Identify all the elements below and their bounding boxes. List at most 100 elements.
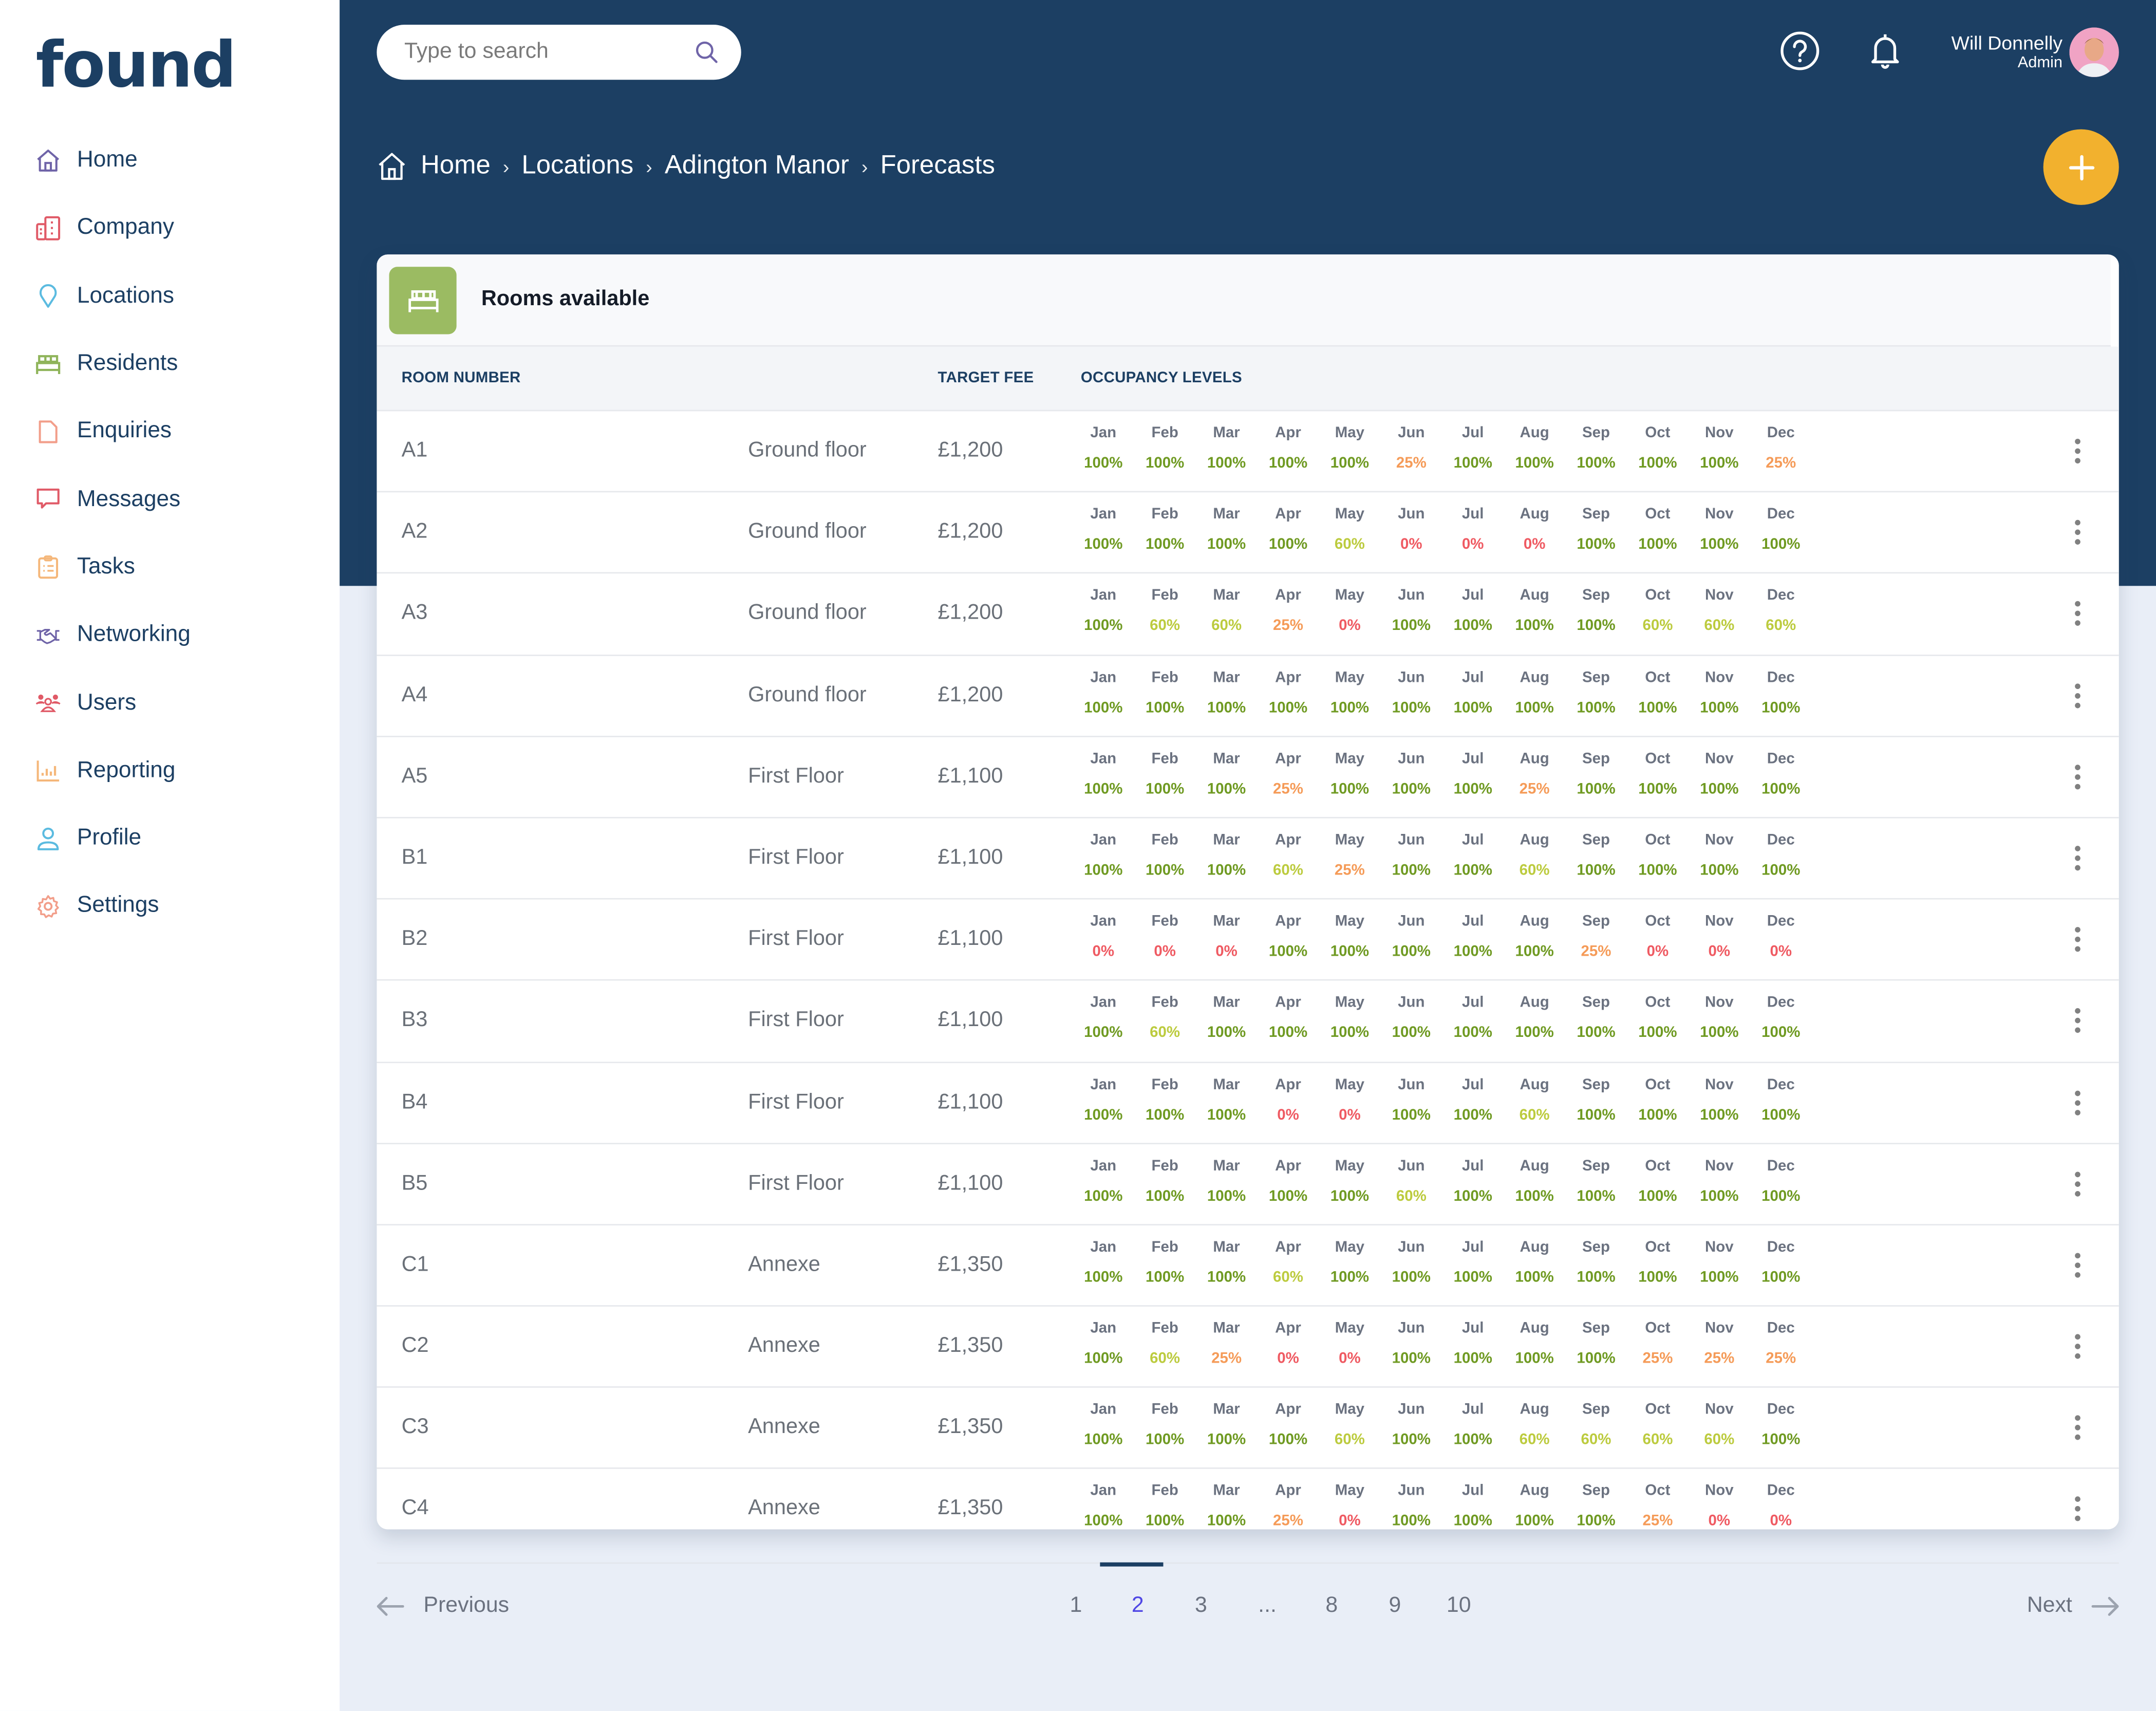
occupancy-month: Dec 25% — [1750, 425, 1812, 472]
occupancy-value: 100% — [1084, 1513, 1123, 1530]
sidebar-item-label: Tasks — [77, 554, 135, 579]
search-input[interactable] — [401, 38, 682, 66]
table-row[interactable]: B3 First Floor £1,100 Jan 100% Feb 60% Mar 100% A… — [377, 981, 2119, 1063]
previous-button[interactable]: Previous — [377, 1594, 509, 1619]
table-row[interactable]: A2 Ground floor £1,200 Jan 100% Feb 100% Mar 100… — [377, 493, 2119, 574]
month-label: Oct — [1645, 750, 1671, 767]
sidebar-item-company[interactable]: Company — [0, 194, 340, 262]
occupancy-levels: Jan 100% Feb 100% Mar 100% Apr 100% May 60% Jun 0% J… — [1073, 507, 1812, 553]
month-label: Nov — [1705, 1239, 1734, 1256]
occupancy-value: 100% — [1638, 780, 1677, 797]
column-header-room-number[interactable]: ROOM NUMBER — [402, 370, 521, 386]
table-row[interactable]: A3 Ground floor £1,200 Jan 100% Feb 60% Mar 60% A… — [377, 574, 2119, 656]
table-row[interactable]: B2 First Floor £1,100 Jan 0% Feb 0% Mar 0% Apr 100… — [377, 900, 2119, 981]
more-options-icon[interactable] — [2071, 927, 2085, 952]
occupancy-value: 100% — [1330, 699, 1370, 716]
column-header-target-fee[interactable]: TARGET FEE — [938, 370, 1034, 386]
page-10[interactable]: 10 — [1447, 1594, 1471, 1619]
next-button[interactable]: Next — [2027, 1594, 2119, 1619]
sidebar-item-settings[interactable]: Settings — [0, 872, 340, 940]
more-options-icon[interactable] — [2071, 601, 2085, 626]
table-row[interactable]: A4 Ground floor £1,200 Jan 100% Feb 100% Mar 100… — [377, 656, 2119, 737]
page-8[interactable]: 8 — [1325, 1594, 1338, 1619]
logo[interactable]: found — [36, 28, 237, 102]
more-options-icon[interactable] — [2071, 1090, 2085, 1115]
more-options-icon[interactable] — [2071, 1171, 2085, 1196]
more-options-icon[interactable] — [2071, 1334, 2085, 1359]
occupancy-month: Dec 100% — [1750, 669, 1812, 716]
occupancy-month: Oct 100% — [1627, 995, 1689, 1042]
search-box[interactable] — [377, 25, 741, 80]
month-label: May — [1335, 587, 1365, 605]
occupancy-month: Feb 60% — [1134, 1321, 1196, 1367]
more-options-icon[interactable] — [2071, 846, 2085, 871]
more-options-icon[interactable] — [2071, 1497, 2085, 1522]
occupancy-value: 100% — [1330, 1025, 1370, 1042]
page-3[interactable]: 3 — [1195, 1594, 1207, 1619]
more-options-icon[interactable] — [2071, 438, 2085, 464]
occupancy-value: 25% — [1272, 780, 1303, 797]
breadcrumb-locations[interactable]: Locations — [521, 151, 633, 181]
table-row[interactable]: B1 First Floor £1,100 Jan 100% Feb 100% Mar 100%… — [377, 818, 2119, 900]
notifications-bell-icon[interactable] — [1865, 30, 1906, 71]
sidebar-item-users[interactable]: Users — [0, 669, 340, 737]
breadcrumb-home-icon[interactable] — [377, 151, 407, 181]
month-label: Oct — [1645, 425, 1671, 442]
more-options-icon[interactable] — [2071, 683, 2085, 708]
add-button[interactable] — [2043, 129, 2119, 205]
month-label: Apr — [1275, 750, 1301, 767]
table-row[interactable]: A5 First Floor £1,100 Jan 100% Feb 100% Mar 100%… — [377, 737, 2119, 819]
more-options-icon[interactable] — [2071, 764, 2085, 789]
page-2[interactable]: 2 — [1132, 1594, 1144, 1619]
month-label: May — [1335, 913, 1365, 930]
occupancy-value: 100% — [1392, 1106, 1431, 1123]
occupancy-month: Sep 100% — [1565, 669, 1627, 716]
more-options-icon[interactable] — [2071, 1008, 2085, 1034]
occupancy-month: Aug 60% — [1504, 832, 1565, 879]
page-9[interactable]: 9 — [1389, 1594, 1401, 1619]
table-row[interactable]: C3 Annexe £1,350 Jan 100% Feb 100% Mar 100% Apr 10… — [377, 1388, 2119, 1470]
more-options-icon[interactable] — [2071, 1415, 2085, 1441]
table-row[interactable]: C1 Annexe £1,350 Jan 100% Feb 100% Mar 100% Apr 60… — [377, 1225, 2119, 1307]
more-options-icon[interactable] — [2071, 1253, 2085, 1278]
occupancy-value: 100% — [1577, 1350, 1616, 1367]
room-number: A2 — [401, 520, 428, 544]
occupancy-month: Aug 100% — [1504, 1483, 1565, 1530]
breadcrumb-location[interactable]: Adington Manor — [665, 151, 849, 181]
month-label: Feb — [1151, 995, 1178, 1012]
search-icon[interactable] — [695, 40, 719, 72]
sidebar-item-profile[interactable]: Profile — [0, 805, 340, 872]
room-floor: First Floor — [748, 846, 844, 869]
table-row[interactable]: B5 First Floor £1,100 Jan 100% Feb 100% Mar 100%… — [377, 1144, 2119, 1225]
avatar[interactable] — [2069, 27, 2119, 77]
table-row[interactable]: C2 Annexe £1,350 Jan 100% Feb 60% Mar 25% Apr 0% Ma… — [377, 1307, 2119, 1388]
month-label: Mar — [1213, 669, 1240, 686]
sidebar-item-locations[interactable]: Locations — [0, 262, 340, 330]
sidebar-item-home[interactable]: Home — [0, 126, 340, 194]
occupancy-value: 100% — [1392, 943, 1431, 960]
page-1[interactable]: 1 — [1070, 1594, 1082, 1619]
sidebar-item-reporting[interactable]: Reporting — [0, 737, 340, 805]
month-label: Nov — [1705, 506, 1734, 523]
sidebar-item-messages[interactable]: Messages — [0, 466, 340, 533]
occupancy-month: Oct 100% — [1627, 1076, 1689, 1123]
month-label: Nov — [1705, 750, 1734, 767]
occupancy-month: Feb 100% — [1134, 1402, 1196, 1448]
sidebar-item-enquiries[interactable]: Enquiries — [0, 398, 340, 466]
column-header-occupancy[interactable]: OCCUPANCY LEVELS — [1081, 370, 1242, 386]
sidebar-item-tasks[interactable]: Tasks — [0, 533, 340, 601]
table-row[interactable]: A1 Ground floor £1,200 Jan 100% Feb 100% Mar 100… — [377, 411, 2119, 493]
room-floor: Ground floor — [748, 438, 867, 462]
table-row[interactable]: C4 Annexe £1,350 Jan 100% Feb 100% Mar 100% Apr 25… — [377, 1470, 2118, 1530]
help-icon[interactable] — [1779, 30, 1821, 71]
map-pin-icon — [36, 284, 61, 308]
table-row[interactable]: B4 First Floor £1,100 Jan 100% Feb 100% Mar 100%… — [377, 1063, 2119, 1144]
user-info[interactable]: Will Donnelly Admin — [1951, 32, 2063, 72]
sidebar-item-networking[interactable]: Networking — [0, 601, 340, 669]
room-number: A3 — [401, 601, 428, 625]
more-options-icon[interactable] — [2071, 520, 2085, 545]
breadcrumb-home[interactable]: Home — [421, 151, 491, 181]
occupancy-month: Jun 100% — [1380, 751, 1442, 797]
sidebar-item-residents[interactable]: Residents — [0, 330, 340, 398]
occupancy-month: May 0% — [1319, 1321, 1380, 1367]
